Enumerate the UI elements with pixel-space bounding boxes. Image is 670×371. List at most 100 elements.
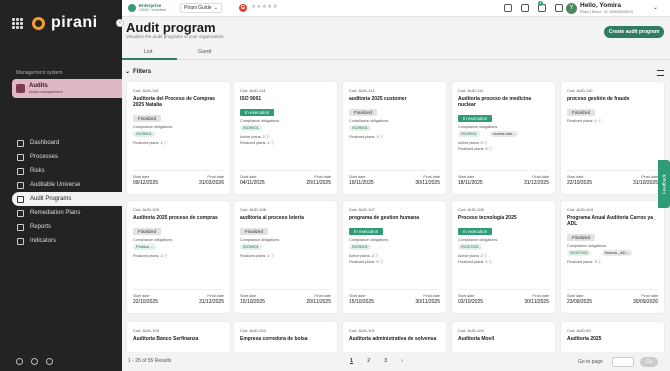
finalized-plans-value: 0 [485,147,488,151]
compliance-label: Compliance obligations [349,238,389,242]
pirani-logo-icon [32,16,45,30]
compliance-pill[interactable]: ISO9001 [458,131,480,137]
start-date-label: Start date [240,294,257,298]
active-plans-value: 2 [371,254,374,258]
code-value: AUD-115 [142,88,159,93]
sidebar-item-reports[interactable]: Reports [0,220,122,234]
compliance-pill[interactable]: ISO9001 [133,131,155,137]
pirani-guide-select[interactable]: Pirani Guide ⌄ [180,3,222,13]
people-icon[interactable] [504,4,512,12]
gear-icon[interactable] [555,4,563,12]
sidebar-item-risks[interactable]: Risks [0,164,122,178]
compliance-pill[interactable]: norma min... [490,131,519,137]
module-audits[interactable]: Audits Audit management [12,79,122,98]
card-title[interactable]: Auditoria 2025 proceso de compras [133,215,225,221]
sidebar-item-indicators[interactable]: Indicators [0,234,122,248]
code-label: Cod. [240,88,249,93]
filters-toggle[interactable]: ⌄ Filters [125,68,151,76]
menu-icon[interactable] [657,70,664,76]
logo[interactable]: pirani [12,14,98,32]
card-title[interactable]: Auditoria administrativa de solvensa [349,336,441,342]
user-icon[interactable] [31,358,38,365]
card-title[interactable]: proceso gestión de fraude [567,96,659,102]
card-title[interactable]: ISO 9001 [240,96,332,102]
card-title[interactable]: Auditoria Banco Serfinanza [133,336,225,342]
sidebar-item-dashboard[interactable]: Dashboard [0,136,122,150]
start-date-label: Start date [133,175,150,179]
card-title[interactable]: Proceso tecnología 2025 [458,215,550,221]
card-title[interactable]: programa de gestion humana [349,215,441,221]
avatar[interactable]: Y [566,3,577,14]
card-title[interactable]: Auditoria 2025 [567,336,659,342]
card-title[interactable]: Auditoria Movil [458,336,550,342]
collapse-sidebar-button[interactable]: ‹ [116,19,124,27]
active-plans-value: 2 [262,135,265,139]
compliance-pill[interactable]: ISO27001 [458,244,483,250]
tab-list[interactable]: List [144,49,153,55]
brand-name: pirani [51,14,98,31]
audit-program-card[interactable]: Cod. AUD-104 Programa Anual Auditoria Car… [561,201,664,313]
audit-program-card[interactable]: Cod. AUD-110 proceso gestión de fraude Fin… [561,82,664,194]
audit-program-card[interactable]: Cod. AUD-109 Auditoria 2025 proceso de co… [127,201,230,313]
sidebar-item-label: Reports [30,224,52,230]
sidebar-item-audit-programs[interactable]: Audit Programs [12,192,122,206]
card-title[interactable]: auditoria 2025 customer [349,96,441,102]
card-title[interactable]: Empresa corredora de bolsa [240,336,332,342]
compliance-pill[interactable]: ISO9001 [240,244,262,250]
audit-program-card[interactable]: Cod. AUD-114 ISO 9001 In execution Complian… [234,82,337,194]
results-count: 1 - 25 of 55 Results [128,358,172,364]
compliance-pill[interactable]: ISO9001 [349,125,371,131]
card-divider [133,170,224,171]
audit-program-card[interactable]: Cod. AUD-113 auditoria 2025 customer Final… [343,82,446,194]
card-code: Cod. AUD-108 [240,207,266,212]
tab-gantt[interactable]: Gantt [198,49,211,55]
compliance-pill[interactable]: Norma _AD... [601,250,633,256]
compliance-pill[interactable]: ISO9001 [349,244,371,250]
compliance-label: Compliance obligations [567,244,607,248]
page-3[interactable]: 3 [384,358,387,364]
chevron-down-icon[interactable]: ⌄ [653,4,658,11]
card-code: Cod. AUD-111 [458,88,483,93]
rating-stars[interactable]: ★★★★★ [251,4,278,10]
document-icon[interactable] [521,4,529,12]
compliance-pill[interactable]: ISO27001 [567,250,592,256]
sidebar-item-auditable-universe[interactable]: Auditable Universe [0,178,122,192]
sidebar-item-processes[interactable]: Processes [0,150,122,164]
notification-count: 1 [538,1,543,6]
start-date: Start date 22/10/2025 [567,175,592,186]
page-1[interactable]: 1 [350,358,353,364]
audit-program-card[interactable]: Cod. AUD-106 Proceso tecnología 2025 In ex… [452,201,555,313]
compliance-pill[interactable]: Politica ... [133,244,157,250]
billing-icon[interactable] [46,358,53,365]
section-label: Management system [16,70,63,76]
card-code: Cod. AUD-113 [349,88,375,93]
feedback-tab[interactable]: Feedback [658,160,670,208]
card-title[interactable]: Auditoria proceso de medicina nuclear [458,96,550,108]
compliance-pill[interactable]: ISO9001 [240,125,262,131]
apps-grid-icon[interactable] [12,17,23,29]
view-tabs: List Gantt [122,45,670,60]
g-badge[interactable]: G [239,4,247,12]
start-date: Start date 18/11/2025 [458,175,483,186]
go-button[interactable]: Go [640,357,658,367]
final-date: Final date 30/11/2025 [524,294,549,305]
card-title[interactable]: Programa Anual Auditoria Carros ya_ ADL [567,215,659,227]
audit-program-card[interactable]: Cod. AUD-115 Auditoria del Proceso de Com… [127,82,230,194]
card-title[interactable]: Auditoria del Proceso de Compras 2025 Na… [133,96,225,108]
environment-badge[interactable]: Enterprise 10000 / Unlimited [128,3,166,12]
help-icon[interactable] [16,358,23,365]
active-plans: Active plans: 2 ⓘ [240,135,270,139]
final-date: Final date 30/09/2026 [633,294,658,305]
sidebar-item-remediation-plans[interactable]: Remediation Plans [0,206,122,220]
status-badge: Finalized [240,228,269,235]
active-plans-value: 2 [480,254,483,258]
audit-program-card[interactable]: Cod. AUD-107 programa de gestion humana In… [343,201,446,313]
audit-program-card[interactable]: Cod. AUD-111 Auditoria proceso de medicin… [452,82,555,194]
audit-program-card[interactable]: Cod. AUD-108 auditoria al proceso loteria… [234,201,337,313]
next-page-icon[interactable]: › [401,358,403,364]
create-audit-program-button[interactable]: Create audit program [604,26,664,38]
user-greeting[interactable]: Hello, Yomira [580,2,621,9]
page-2[interactable]: 2 [367,358,370,364]
goto-page-input[interactable] [612,357,634,367]
card-title[interactable]: auditoria al proceso loteria [240,215,332,221]
